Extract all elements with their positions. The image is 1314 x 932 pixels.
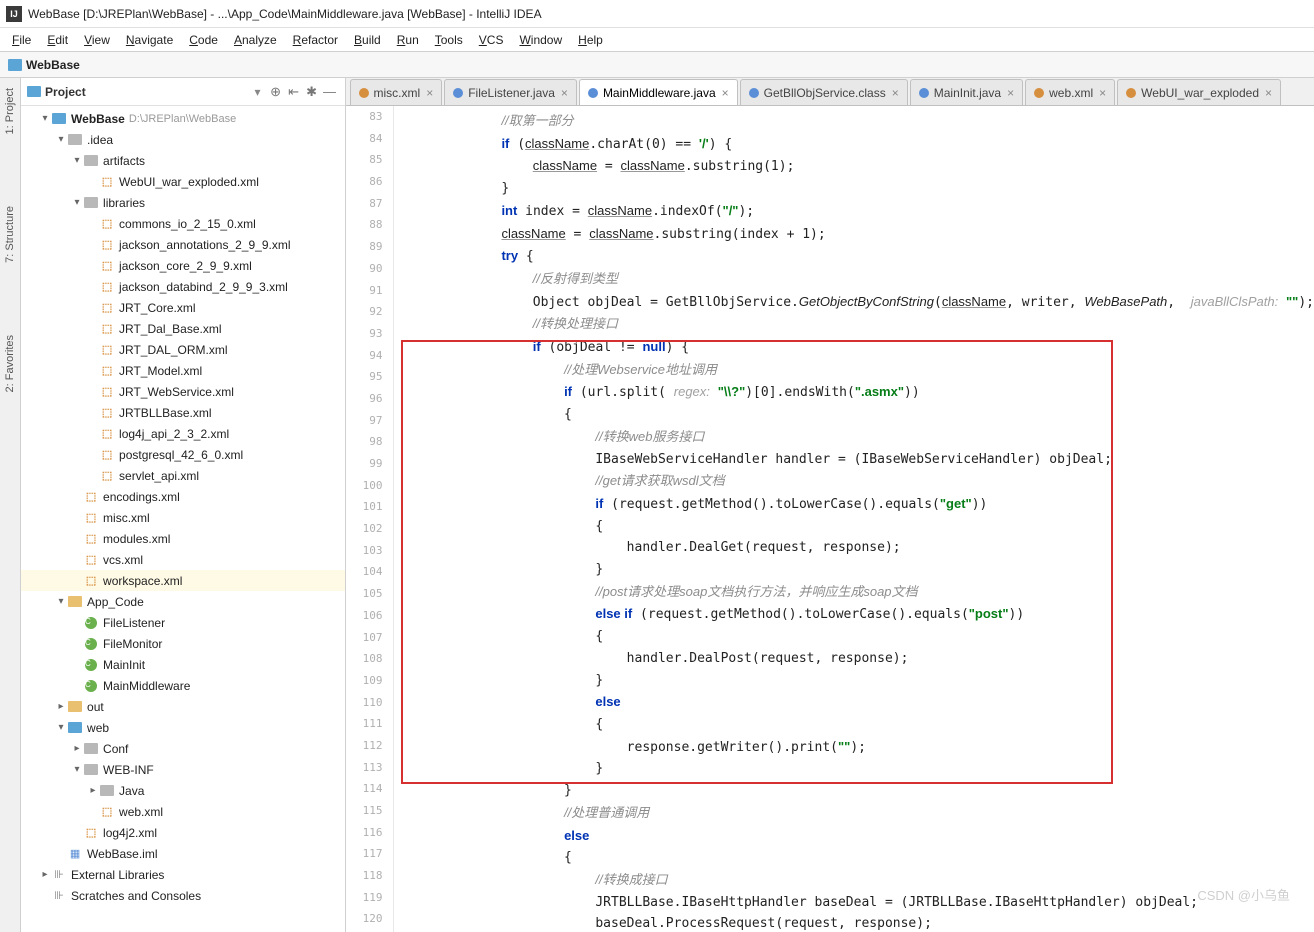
editor-tab[interactable]: FileListener.java× (444, 79, 577, 105)
menu-vcs[interactable]: VCS (475, 31, 508, 49)
tree-item[interactable]: ▸out (21, 696, 344, 717)
editor-tab[interactable]: GetBllObjService.class× (740, 79, 908, 105)
tree-item[interactable]: ▾.idea (21, 129, 344, 150)
code-editor[interactable]: 8384858687888990919293949596979899100101… (346, 106, 1314, 932)
tree-item[interactable]: ▾libraries (21, 192, 344, 213)
close-icon[interactable]: × (892, 86, 899, 100)
tree-item[interactable]: ▸⊪External Libraries (21, 864, 344, 885)
tree-item[interactable]: ⬚JRT_Core.xml (21, 297, 344, 318)
tree-item[interactable]: ▾WEB-INF (21, 759, 344, 780)
tree-item[interactable]: ⬚misc.xml (21, 507, 344, 528)
menu-code[interactable]: Code (185, 31, 222, 49)
tree-item[interactable]: ⬚vcs.xml (21, 549, 344, 570)
collapse-icon[interactable]: ⇤ (285, 83, 303, 101)
settings-icon[interactable]: ✱ (303, 83, 321, 101)
tree-item[interactable]: ▾WebBaseD:\JREPlan\WebBase (21, 108, 344, 129)
tree-item[interactable]: ⬚modules.xml (21, 528, 344, 549)
left-tool-tabs: 1: Project 7: Structure 2: Favorites (0, 78, 21, 932)
tree-item[interactable]: ⬚JRT_Model.xml (21, 360, 344, 381)
tree-item[interactable]: ⬚WebUI_war_exploded.xml (21, 171, 344, 192)
menu-file[interactable]: File (8, 31, 35, 49)
tree-item[interactable]: ⬚postgresql_42_6_0.xml (21, 444, 344, 465)
project-label: Project (45, 85, 254, 99)
tree-item[interactable]: CMainMiddleware (21, 675, 344, 696)
tree-item[interactable]: ⬚log4j2.xml (21, 822, 344, 843)
title-bar: IJ WebBase [D:\JREPlan\WebBase] - ...\Ap… (0, 0, 1314, 28)
tree-item[interactable]: ⬚JRTBLLBase.xml (21, 402, 344, 423)
close-icon[interactable]: × (1007, 86, 1014, 100)
tree-item[interactable]: ⬚JRT_DAL_ORM.xml (21, 339, 344, 360)
close-icon[interactable]: × (722, 86, 729, 100)
tool-tab[interactable]: 2: Favorites (2, 329, 18, 398)
tree-item[interactable]: ▾artifacts (21, 150, 344, 171)
close-icon[interactable]: × (1265, 86, 1272, 100)
close-icon[interactable]: × (1099, 86, 1106, 100)
menu-edit[interactable]: Edit (43, 31, 72, 49)
tree-item[interactable]: CFileListener (21, 612, 344, 633)
tree-item[interactable]: ⬚servlet_api.xml (21, 465, 344, 486)
editor-tab[interactable]: MainMiddleware.java× (579, 79, 738, 105)
editor-tab[interactable]: misc.xml× (350, 79, 443, 105)
project-tree[interactable]: ▾WebBaseD:\JREPlan\WebBase▾.idea▾artifac… (21, 106, 344, 932)
folder-icon (27, 86, 41, 97)
tree-item[interactable]: ⬚workspace.xml (21, 570, 344, 591)
window-title: WebBase [D:\JREPlan\WebBase] - ...\App_C… (28, 7, 542, 21)
tree-item[interactable]: ⬚jackson_annotations_2_9_9.xml (21, 234, 344, 255)
tree-item[interactable]: ▦WebBase.iml (21, 843, 344, 864)
target-icon[interactable]: ⊕ (267, 83, 285, 101)
tree-item[interactable]: ▾web (21, 717, 344, 738)
menu-refactor[interactable]: Refactor (289, 31, 342, 49)
work-area: 1: Project 7: Structure 2: Favorites Proje… (0, 78, 1314, 932)
menu-run[interactable]: Run (393, 31, 423, 49)
project-header: Project ▾ ⊕ ⇤ ✱ — (21, 78, 344, 106)
menu-bar: File Edit View Navigate Code Analyze Refactor B… (0, 28, 1314, 52)
close-icon[interactable]: × (561, 86, 568, 100)
tree-item[interactable]: ▸Java (21, 780, 344, 801)
menu-navigate[interactable]: Navigate (122, 31, 177, 49)
editor-tabs: misc.xml×FileListener.java×MainMiddlewar… (346, 78, 1314, 106)
tree-item[interactable]: ⬚web.xml (21, 801, 344, 822)
tree-item[interactable]: ⬚JRT_WebService.xml (21, 381, 344, 402)
menu-view[interactable]: View (80, 31, 114, 49)
menu-tools[interactable]: Tools (431, 31, 467, 49)
close-icon[interactable]: × (426, 86, 433, 100)
code-content[interactable]: //取第一部分 if (className.charAt(0) == '/') … (394, 106, 1314, 932)
app-icon: IJ (6, 6, 22, 22)
tool-tab[interactable]: 1: Project (2, 82, 18, 140)
dropdown-icon[interactable]: ▾ (254, 85, 260, 99)
hide-icon[interactable]: — (321, 83, 339, 101)
tree-item[interactable]: CMainInit (21, 654, 344, 675)
project-panel: Project ▾ ⊕ ⇤ ✱ — ▾WebBaseD:\JREPlan\Web… (21, 78, 345, 932)
tree-item[interactable]: ▾App_Code (21, 591, 344, 612)
navigation-bar: WebBase (0, 52, 1314, 78)
editor-area: misc.xml×FileListener.java×MainMiddlewar… (346, 78, 1314, 932)
tree-item[interactable]: ⬚jackson_databind_2_9_9_3.xml (21, 276, 344, 297)
tree-item[interactable]: ⬚jackson_core_2_9_9.xml (21, 255, 344, 276)
tree-item[interactable]: ▸Conf (21, 738, 344, 759)
editor-tab[interactable]: web.xml× (1025, 79, 1115, 105)
tree-item[interactable]: ⬚encodings.xml (21, 486, 344, 507)
menu-build[interactable]: Build (350, 31, 385, 49)
editor-tab[interactable]: WebUI_war_exploded× (1117, 79, 1281, 105)
line-gutter: 8384858687888990919293949596979899100101… (346, 106, 394, 932)
tree-item[interactable]: ⬚JRT_Dal_Base.xml (21, 318, 344, 339)
menu-help[interactable]: Help (574, 31, 607, 49)
tool-tab[interactable]: 7: Structure (2, 200, 18, 269)
tree-item[interactable]: CFileMonitor (21, 633, 344, 654)
menu-analyze[interactable]: Analyze (230, 31, 281, 49)
folder-icon (8, 59, 22, 71)
breadcrumb[interactable]: WebBase (26, 58, 80, 72)
tree-item[interactable]: ⬚log4j_api_2_3_2.xml (21, 423, 344, 444)
watermark: CSDN @小乌鱼 (1197, 885, 1290, 904)
tree-item[interactable]: ⬚commons_io_2_15_0.xml (21, 213, 344, 234)
menu-window[interactable]: Window (515, 31, 566, 49)
editor-tab[interactable]: MainInit.java× (910, 79, 1023, 105)
tree-item[interactable]: ⊪Scratches and Consoles (21, 885, 344, 906)
